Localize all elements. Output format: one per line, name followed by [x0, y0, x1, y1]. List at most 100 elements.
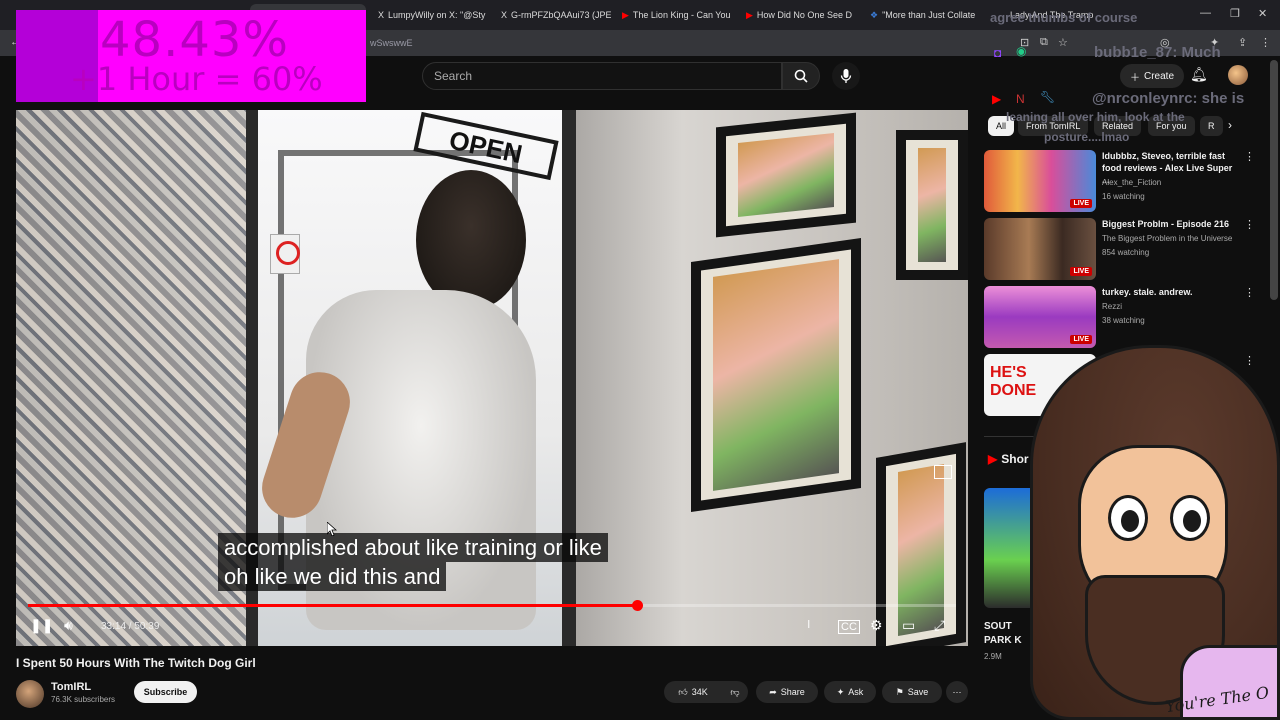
tab-label: G-rmPFZbQAAui73 (JPE [511, 10, 611, 20]
recommendation-item[interactable]: LIVE Idubbbz, Steveo, terrible fast food… [984, 150, 1274, 212]
caption-line-1: accomplished about like training or like [218, 533, 608, 562]
video-person-head [416, 170, 526, 310]
recommendation-title[interactable]: turkey. stale. andrew. [1102, 286, 1242, 298]
browser-tab[interactable]: ▶How Did No One See D✕ [746, 6, 858, 24]
screen: XLumpyWilly on X: "@Sty✕XG-rmPFZbQAAui73… [0, 0, 1280, 720]
video-title: I Spent 50 Hours With The Twitch Dog Gir… [16, 656, 256, 670]
autoplay-toggle[interactable]: ⏽ [804, 617, 814, 632]
channel-avatar[interactable] [16, 680, 44, 708]
channel-name[interactable]: TomIRL [51, 681, 91, 693]
ask-button[interactable]: ✦ Ask [824, 681, 876, 703]
volume-icon[interactable]: 🔊︎ [64, 617, 73, 634]
recommendation-thumbnail[interactable]: LIVE [984, 150, 1096, 212]
tab-favicon-icon: X [378, 10, 385, 20]
share-button[interactable]: ➦ Share [756, 681, 818, 703]
recommendation-title[interactable]: Biggest Problm - Episode 216 [1102, 218, 1242, 230]
share-label: Share [780, 687, 805, 697]
shorts-title-line-2: PARK K [984, 635, 1022, 646]
shorts-title[interactable]: SOUT PARK K [984, 620, 1022, 648]
search-input[interactable] [422, 62, 782, 90]
fullscreen-icon[interactable]: ⤢ [934, 617, 945, 634]
voice-search-button[interactable] [832, 62, 860, 90]
browser-tab[interactable]: ❖"More than Just Collate✕ [870, 6, 980, 24]
shorts-title-line-1: SOUT [984, 621, 1012, 632]
bookmark-star-icon[interactable]: ☆ [1058, 36, 1068, 49]
video-wall-frame-3 [876, 442, 966, 646]
video-wall-frame-2 [716, 112, 856, 238]
overlay-subtext: +1 Hour = 60% [70, 60, 323, 98]
filter-chip[interactable]: R [1200, 116, 1223, 136]
like-button[interactable]: 👍︎ 34K [664, 681, 722, 703]
tab-label: "More than Just Collate [882, 10, 976, 20]
settings-gear-icon[interactable]: ⚙ [870, 617, 883, 634]
browser-tab[interactable]: XG-rmPFZbQAAui73 (JPE✕ [501, 6, 611, 24]
user-avatar[interactable] [1228, 65, 1248, 85]
tab-favicon-icon: ▶ [746, 9, 753, 20]
browser-tab[interactable]: XLumpyWilly on X: "@Sty✕ [378, 6, 486, 24]
mouse-cursor-icon [327, 522, 337, 536]
subscriber-count: 76.3K subscribers [51, 695, 116, 704]
twitch-icon: ◘ [994, 46, 1002, 60]
maximize-icon[interactable]: ❐ [1230, 7, 1240, 20]
chevron-right-icon[interactable]: › [1228, 118, 1232, 132]
more-options-icon[interactable]: ⋮ [1244, 218, 1255, 231]
captions: accomplished about like training or like… [218, 533, 608, 591]
tab-label: The Lion King - Can You [632, 10, 731, 20]
tab-label: LumpyWilly on X: "@Sty [388, 10, 486, 20]
miniplayer-icon[interactable] [934, 465, 952, 479]
streamer-avatar-cartoon [1030, 345, 1280, 720]
recommendation-item[interactable]: LIVE turkey. stale. andrew. Rezzi 38 wat… [984, 286, 1274, 348]
search-placeholder: Search [434, 69, 473, 83]
recommendation-viewers: 38 watching [1102, 316, 1145, 325]
chat-badge-icon: N [1016, 92, 1025, 106]
save-button[interactable]: ⚑ Save [882, 681, 942, 703]
recommendation-thumbnail[interactable]: LIVE [984, 286, 1096, 348]
time-display: 33:14 / 50:39 [101, 621, 160, 632]
browser-tab[interactable]: ▶The Lion King - Can You✕ [622, 6, 734, 24]
menu-icon[interactable]: ⋮ [1260, 36, 1271, 49]
ask-label: Ask [848, 687, 864, 697]
cast-icon[interactable]: ⧉ [1040, 36, 1048, 49]
video-wall-frame-1 [691, 238, 861, 512]
share-page-icon[interactable]: ⇪ [1238, 36, 1247, 49]
more-options-icon[interactable]: ⋮ [1244, 150, 1255, 163]
sidebar-scrollbar[interactable] [1270, 60, 1278, 300]
tab-label: How Did No One See D [756, 10, 852, 20]
chat-badge-icon: ◉ [1016, 44, 1027, 58]
chat-message: bubb1e_87: Much [1094, 44, 1221, 61]
progress-scrubber[interactable] [632, 600, 643, 611]
avatar-eye [1108, 495, 1148, 541]
tab-favicon-icon: ▶ [622, 9, 629, 20]
recommendation-channel[interactable]: Alex_the_Fiction [1102, 178, 1161, 187]
like-count: 34K [691, 687, 708, 697]
recommendation-channel[interactable]: Rezzi [1102, 302, 1122, 311]
create-button[interactable]: ＋ Create [1120, 64, 1184, 88]
dislike-button[interactable]: 👎︎ [722, 681, 748, 703]
progress-played [28, 604, 637, 607]
recommendation-channel[interactable]: The Biggest Problem in the Universe [1102, 234, 1232, 243]
live-badge: LIVE [1070, 199, 1092, 208]
minimize-icon[interactable]: — [1200, 7, 1211, 19]
address-text[interactable]: wSwswwE [370, 38, 413, 48]
recommendation-viewers: 16 watching [1102, 192, 1145, 201]
chat-message: @nrconleynrc: she is [1092, 90, 1245, 107]
captions-cc-icon[interactable]: CC [838, 620, 860, 634]
wrench-badge-icon: 🔧︎ [1040, 90, 1056, 104]
more-options-icon[interactable]: ⋮ [1244, 286, 1255, 299]
close-window-icon[interactable]: ✕ [1258, 7, 1267, 20]
search-icon [794, 69, 808, 83]
recommendation-thumbnail[interactable]: LIVE [984, 218, 1096, 280]
subscribe-button[interactable]: Subscribe [134, 681, 197, 703]
more-icon: ⋯ [952, 686, 962, 697]
search-button[interactable] [782, 62, 820, 90]
recommendation-item[interactable]: LIVE Biggest Problm - Episode 216 The Bi… [984, 218, 1274, 280]
tab-favicon-icon: X [501, 10, 508, 20]
chat-message: agree thumbs of course [990, 10, 1138, 25]
more-actions-button[interactable]: ⋯ [946, 681, 968, 703]
notifications-bell-icon[interactable]: 🔔︎ [1190, 66, 1208, 83]
microphone-icon [840, 69, 852, 83]
pause-icon[interactable]: ❚❚ [30, 617, 53, 634]
bookmark-icon: ⚑ [895, 686, 904, 697]
live-badge: LIVE [1070, 267, 1092, 276]
theater-mode-icon[interactable]: ▭ [902, 617, 915, 634]
